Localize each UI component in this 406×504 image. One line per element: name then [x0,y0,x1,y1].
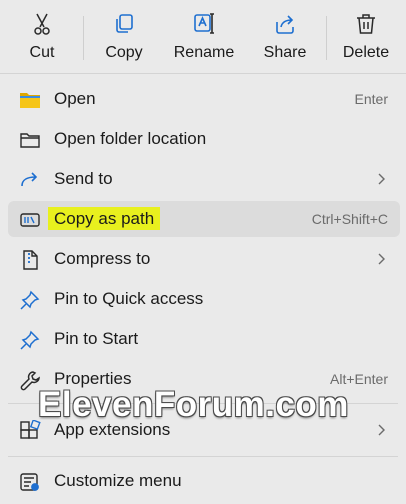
menu-item-label: App extensions [54,420,171,439]
delete-button[interactable]: Delete [328,0,404,72]
menu-item-open-folder-location[interactable]: Open folder location [8,121,400,157]
wrench-icon [20,371,40,391]
menu-item-label: Open folder location [54,129,207,148]
shortcut-text: Alt+Enter [330,371,388,387]
share-button[interactable]: Share [247,0,323,72]
copy-icon [116,14,133,33]
copy-label: Copy [105,44,143,61]
cut-label: Cut [29,44,55,61]
menu-item-label: Pin to Quick access [54,289,204,308]
chevron-right-icon [378,253,385,265]
menu-item-app-extensions[interactable]: App extensions [8,412,400,448]
chevron-right-icon [378,173,385,185]
context-menu-toolbar: Cut Copy Rename Share Delete [0,0,406,72]
toolbar-divider [83,16,84,60]
delete-label: Delete [342,44,390,61]
folder-outline-icon [20,133,40,148]
menu-item-label: Properties [54,369,132,388]
trash-icon [357,14,375,34]
customize-menu-icon [20,473,39,491]
shortcut-text: Enter [354,91,388,107]
chevron-right-icon [378,424,385,436]
menu-item-compress-to[interactable]: Compress to [8,241,400,277]
app-extensions-icon [20,420,41,439]
menu-item-pin-to-start[interactable]: Pin to Start [8,321,400,357]
menu-item-customize-menu[interactable]: Customize menu [8,463,400,499]
menu-item-open[interactable]: Open Enter [8,81,400,117]
menu-separator [8,403,398,404]
pin-icon [20,330,40,350]
menu-item-label: Open [54,89,96,108]
menu-item-label: Compress to [54,249,151,268]
context-menu: Cut Copy Rename Share Delete Open Enter … [0,0,406,504]
highlighted-label: Copy as path [48,207,161,230]
menu-item-pin-to-quick-access[interactable]: Pin to Quick access [8,281,400,317]
rename-icon [194,13,214,34]
shortcut-text: Ctrl+Shift+C [311,211,388,227]
rename-button[interactable]: Rename [166,0,242,72]
share-label: Share [263,44,307,61]
copy-path-icon [20,213,40,227]
folder-icon [20,93,40,108]
menu-item-properties[interactable]: Properties Alt+Enter [8,361,400,397]
toolbar-separator [0,73,406,74]
send-arrow-icon [21,172,38,187]
toolbar-divider [326,16,327,60]
menu-item-label: Copy as path [48,207,161,230]
rename-label: Rename [173,44,235,61]
menu-item-send-to[interactable]: Send to [8,161,400,197]
share-icon [276,15,294,34]
menu-item-label: Customize menu [54,471,182,490]
menu-item-label: Send to [54,169,113,188]
menu-item-label: Pin to Start [54,329,139,348]
pin-icon [20,290,40,310]
copy-button[interactable]: Copy [86,0,162,72]
menu-item-copy-as-path[interactable]: Copy as path Ctrl+Shift+C [8,201,400,237]
cut-button[interactable]: Cut [4,0,80,72]
zip-file-icon [23,250,38,270]
scissors-icon [34,13,50,35]
menu-separator [8,456,398,457]
